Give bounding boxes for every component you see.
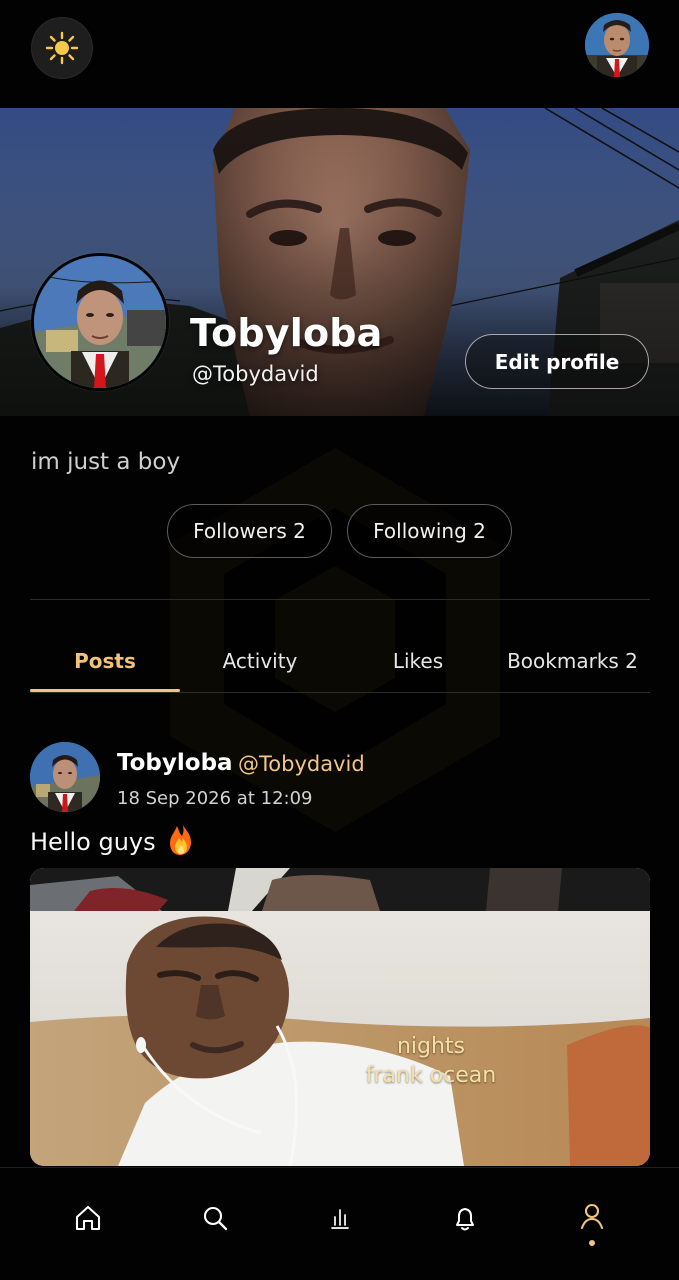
post-author-avatar[interactable] xyxy=(30,742,100,812)
tab-likes[interactable]: Likes xyxy=(341,630,495,692)
post-image-caption: nights frank ocean xyxy=(365,1034,497,1088)
search-icon xyxy=(203,1206,228,1231)
post-author-avatar-image xyxy=(30,742,100,812)
nav-stats-button[interactable] xyxy=(300,1168,380,1268)
profile-screen: Tobyloba @Tobydavid Edit profile im just… xyxy=(0,0,679,1280)
profile-icon xyxy=(580,1203,604,1230)
tab-posts[interactable]: Posts xyxy=(30,630,180,692)
post-text: Hello guys xyxy=(30,822,195,856)
account-avatar-button[interactable] xyxy=(585,13,649,77)
profile-stats: Followers 2 Following 2 xyxy=(167,504,512,558)
tab-activity[interactable]: Activity xyxy=(183,630,337,692)
post-text-content: Hello guys xyxy=(30,828,156,856)
post-image-art xyxy=(30,868,650,1166)
fire-icon xyxy=(170,823,192,855)
nav-profile-button[interactable] xyxy=(552,1168,632,1268)
tabs-divider xyxy=(30,692,650,693)
profile-bio: im just a boy xyxy=(31,449,181,475)
theme-toggle-button[interactable] xyxy=(31,17,93,79)
profile-avatar[interactable] xyxy=(31,253,169,391)
nav-search-button[interactable] xyxy=(175,1168,255,1268)
profile-tabs: Posts Activity Likes Bookmarks 2 xyxy=(30,630,650,692)
home-icon xyxy=(75,1205,101,1231)
nav-notifications-button[interactable] xyxy=(425,1168,505,1268)
bottom-navigation xyxy=(0,1167,679,1280)
nav-home-button[interactable] xyxy=(48,1168,128,1268)
display-name: Tobyloba xyxy=(190,311,383,355)
bell-icon xyxy=(456,1208,474,1231)
post-image[interactable]: nights frank ocean xyxy=(30,868,650,1166)
top-bar xyxy=(0,0,679,108)
tab-bookmarks[interactable]: Bookmarks 2 xyxy=(495,630,650,692)
stats-icon xyxy=(331,1209,349,1229)
stats-divider xyxy=(30,599,650,600)
sun-icon xyxy=(45,31,79,65)
edit-profile-button[interactable]: Edit profile xyxy=(465,334,649,389)
following-button[interactable]: Following 2 xyxy=(347,504,512,558)
post-card[interactable]: Tobyloba @Tobydavid 18 Sep 2026 at 12:09… xyxy=(30,742,650,1166)
profile-handle: @Tobydavid xyxy=(192,362,319,386)
post-timestamp: 18 Sep 2026 at 12:09 xyxy=(117,788,313,809)
active-nav-indicator xyxy=(589,1240,595,1246)
post-author-handle[interactable]: @Tobydavid xyxy=(238,752,365,776)
profile-avatar-image xyxy=(34,256,166,388)
avatar-image xyxy=(585,13,649,77)
followers-button[interactable]: Followers 2 xyxy=(167,504,332,558)
post-author-name[interactable]: Tobyloba xyxy=(117,750,233,776)
